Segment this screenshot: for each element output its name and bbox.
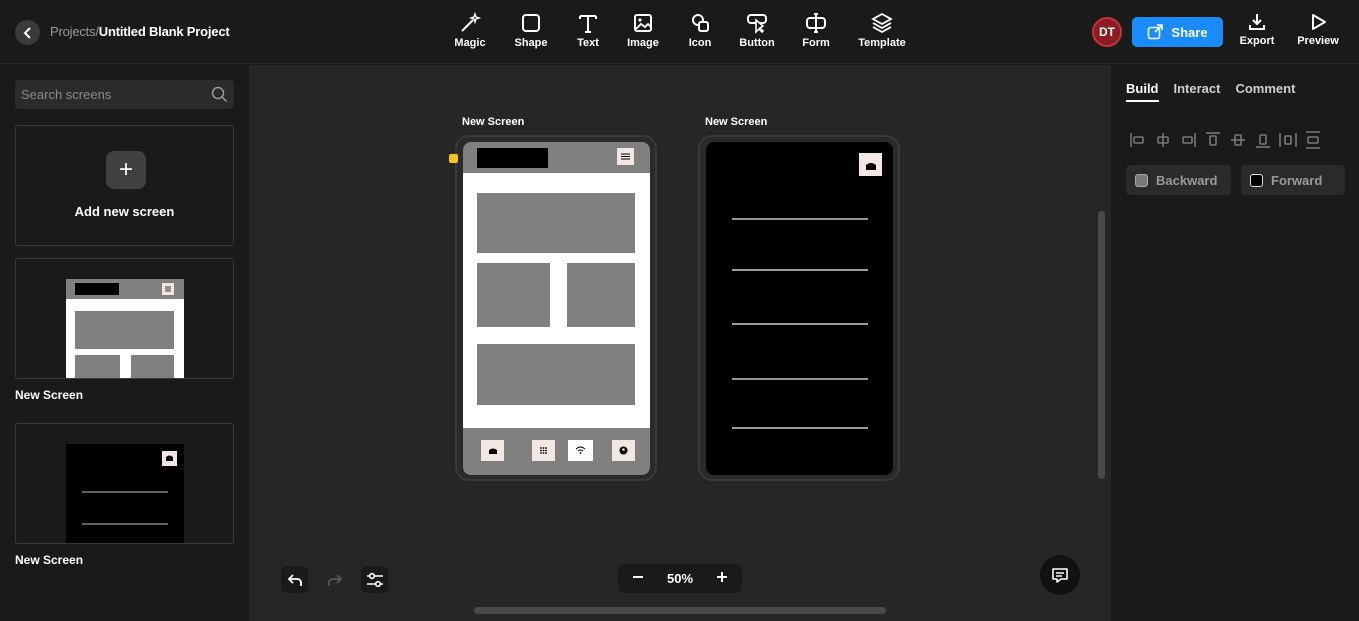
minus-icon xyxy=(633,576,643,578)
zoom-control: 50% xyxy=(618,564,742,593)
selection-handle-icon[interactable] xyxy=(449,154,458,163)
add-screen-card[interactable]: + Add new screen xyxy=(15,125,234,246)
pointer-icon xyxy=(747,14,767,34)
screen-2-thumbnail-preview xyxy=(66,444,184,543)
screen-thumbnail-1[interactable] xyxy=(15,258,234,379)
zoom-level: 50% xyxy=(666,571,694,586)
tool-button[interactable]: Button xyxy=(727,12,787,49)
undo-button[interactable] xyxy=(281,566,308,593)
tab-build[interactable]: Build xyxy=(1126,81,1159,102)
tool-template[interactable]: Template xyxy=(852,12,912,49)
plus-icon xyxy=(717,572,727,582)
search-input[interactable] xyxy=(15,80,205,109)
align-left-icon[interactable] xyxy=(1129,131,1147,149)
tool-text[interactable]: Text xyxy=(558,12,618,49)
bring-forward-button[interactable]: Forward xyxy=(1241,165,1345,195)
zoom-out-button[interactable] xyxy=(632,571,644,586)
sliders-icon xyxy=(366,572,383,587)
backward-icon xyxy=(1135,173,1148,187)
download-icon xyxy=(1249,14,1265,30)
horizontal-scrollbar[interactable] xyxy=(474,607,886,614)
align-top-icon[interactable] xyxy=(1204,131,1222,149)
tab-interact[interactable]: Interact xyxy=(1174,81,1221,102)
plus-icon: + xyxy=(106,151,146,189)
settings-sliders-button[interactable] xyxy=(361,566,388,593)
user-avatar[interactable]: DT xyxy=(1092,17,1122,47)
search-field[interactable] xyxy=(15,80,234,109)
forward-icon xyxy=(1250,173,1263,187)
screen-thumbnail-2[interactable] xyxy=(15,423,234,544)
align-right-icon[interactable] xyxy=(1179,131,1197,149)
share-label: Share xyxy=(1171,24,1208,40)
tool-icon-label: Icon xyxy=(688,37,712,49)
preview-label: Preview xyxy=(1297,35,1339,47)
text-cursor-icon xyxy=(806,13,826,33)
tool-form[interactable]: Form xyxy=(786,12,846,49)
tool-shape[interactable]: Shape xyxy=(501,12,561,49)
screen-2-title[interactable]: New Screen xyxy=(705,116,767,128)
magic-wand-icon xyxy=(461,12,481,32)
search-icon[interactable] xyxy=(211,86,228,103)
screen-1-frame[interactable] xyxy=(449,135,657,481)
distribute-vertical-icon[interactable] xyxy=(1304,131,1322,149)
design-canvas[interactable]: New Screen New Screen 50% xyxy=(249,65,1111,621)
screen-1-content xyxy=(463,142,650,475)
forward-label: Forward xyxy=(1271,172,1323,188)
play-icon xyxy=(1312,14,1326,30)
chat-button[interactable] xyxy=(1040,555,1080,595)
distribute-horizontal-icon[interactable] xyxy=(1279,131,1297,149)
square-icon xyxy=(522,14,540,32)
screen-thumbnail-1-label: New Screen xyxy=(15,388,84,402)
chat-icon xyxy=(1052,568,1068,583)
layers-icon xyxy=(871,12,893,34)
tool-shape-label: Shape xyxy=(514,37,548,49)
tool-image-label: Image xyxy=(627,37,659,49)
tool-magic-label: Magic xyxy=(454,37,486,49)
screen-2-frame[interactable] xyxy=(698,135,900,481)
alignment-tools xyxy=(1129,131,1322,149)
align-bottom-icon[interactable] xyxy=(1254,131,1272,149)
preview-button[interactable]: Preview xyxy=(1293,13,1343,47)
align-center-horizontal-icon[interactable] xyxy=(1154,131,1172,149)
send-backward-button[interactable]: Backward xyxy=(1126,165,1231,195)
properties-panel: Build Interact Comment Backward Forward xyxy=(1111,65,1359,621)
tool-template-label: Template xyxy=(858,37,906,49)
tool-button-label: Button xyxy=(739,37,775,49)
vertical-scrollbar[interactable] xyxy=(1098,211,1105,479)
export-label: Export xyxy=(1239,35,1275,47)
backward-label: Backward xyxy=(1156,172,1218,188)
redo-button[interactable] xyxy=(321,566,348,593)
add-screen-label: Add new screen xyxy=(74,204,175,219)
tab-comment[interactable]: Comment xyxy=(1235,81,1295,102)
screens-panel: + Add new screen New Screen New Screen xyxy=(0,65,249,621)
tool-image[interactable]: Image xyxy=(613,12,673,49)
shapes-icon xyxy=(692,14,709,32)
screen-1-title[interactable]: New Screen xyxy=(462,116,524,128)
screen-thumbnail-2-label: New Screen xyxy=(15,553,84,567)
tool-form-label: Form xyxy=(802,37,830,49)
zoom-in-button[interactable] xyxy=(716,571,728,586)
tool-icon[interactable]: Icon xyxy=(670,12,730,49)
align-middle-icon[interactable] xyxy=(1229,131,1247,149)
external-link-icon xyxy=(1148,24,1164,40)
top-bar: Projects/Untitled Blank Project Magic Sh… xyxy=(0,0,1359,64)
tool-magic[interactable]: Magic xyxy=(440,12,500,49)
properties-tabs: Build Interact Comment xyxy=(1126,81,1295,102)
text-icon xyxy=(579,15,597,33)
screen-2-content xyxy=(706,142,893,475)
screen-1-thumbnail-preview xyxy=(66,279,184,378)
share-button[interactable]: Share xyxy=(1132,17,1223,47)
export-button[interactable]: Export xyxy=(1232,13,1282,47)
image-icon xyxy=(634,14,652,32)
tool-text-label: Text xyxy=(577,37,599,49)
redo-icon xyxy=(327,573,342,586)
undo-icon xyxy=(287,573,302,586)
